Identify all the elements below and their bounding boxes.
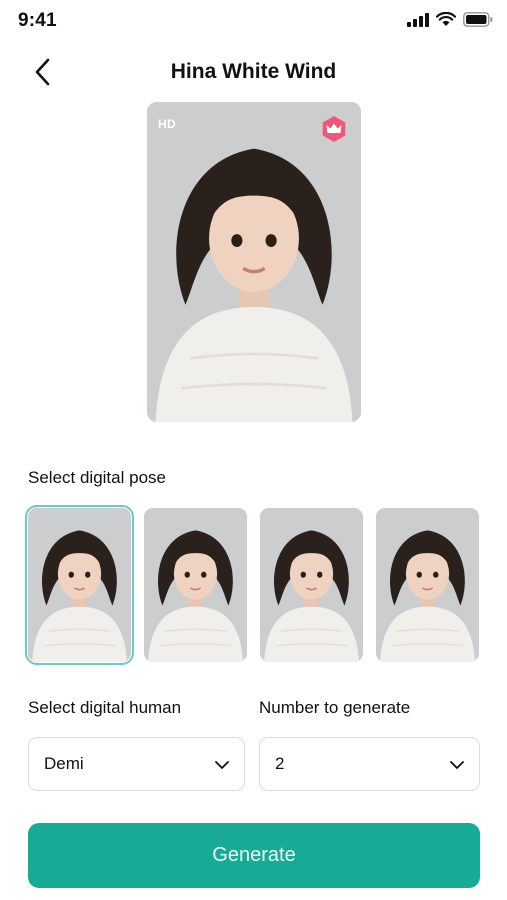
pose-list <box>25 505 481 665</box>
wifi-icon <box>436 12 456 26</box>
digital-human-value: Demi <box>44 754 84 773</box>
pose-thumbnail <box>376 508 479 662</box>
chevron-down-icon <box>450 761 464 769</box>
generate-button[interactable]: Generate <box>28 823 480 888</box>
battery-icon <box>463 12 493 27</box>
chevron-down-icon <box>215 761 229 769</box>
pose-thumbnail <box>260 508 363 662</box>
pose-section-label: Select digital pose <box>28 468 166 487</box>
status-icons <box>407 12 493 27</box>
portrait-image <box>147 102 361 422</box>
status-time: 9:41 <box>18 10 57 31</box>
digital-human-select[interactable]: Demi <box>28 737 245 791</box>
signal-icon <box>407 12 429 27</box>
hd-badge: HD <box>158 117 176 131</box>
pose-option-3[interactable] <box>260 508 363 662</box>
number-to-generate-label: Number to generate <box>259 698 411 717</box>
navigation-bar: Hina White Wind <box>0 44 507 100</box>
pose-option-4[interactable] <box>376 508 479 662</box>
number-to-generate-value: 2 <box>275 754 285 773</box>
crown-icon <box>322 116 346 142</box>
pose-thumbnail <box>28 508 131 662</box>
page-title: Hina White Wind <box>170 60 337 83</box>
status-bar: 9:41 <box>0 0 507 44</box>
pose-option-1[interactable] <box>25 505 134 665</box>
pose-option-2[interactable] <box>144 508 247 662</box>
number-to-generate-select[interactable]: 2 <box>259 737 480 791</box>
digital-human-label: Select digital human <box>28 698 182 717</box>
preview-image: HD <box>147 102 361 422</box>
pose-thumbnail <box>144 508 247 662</box>
